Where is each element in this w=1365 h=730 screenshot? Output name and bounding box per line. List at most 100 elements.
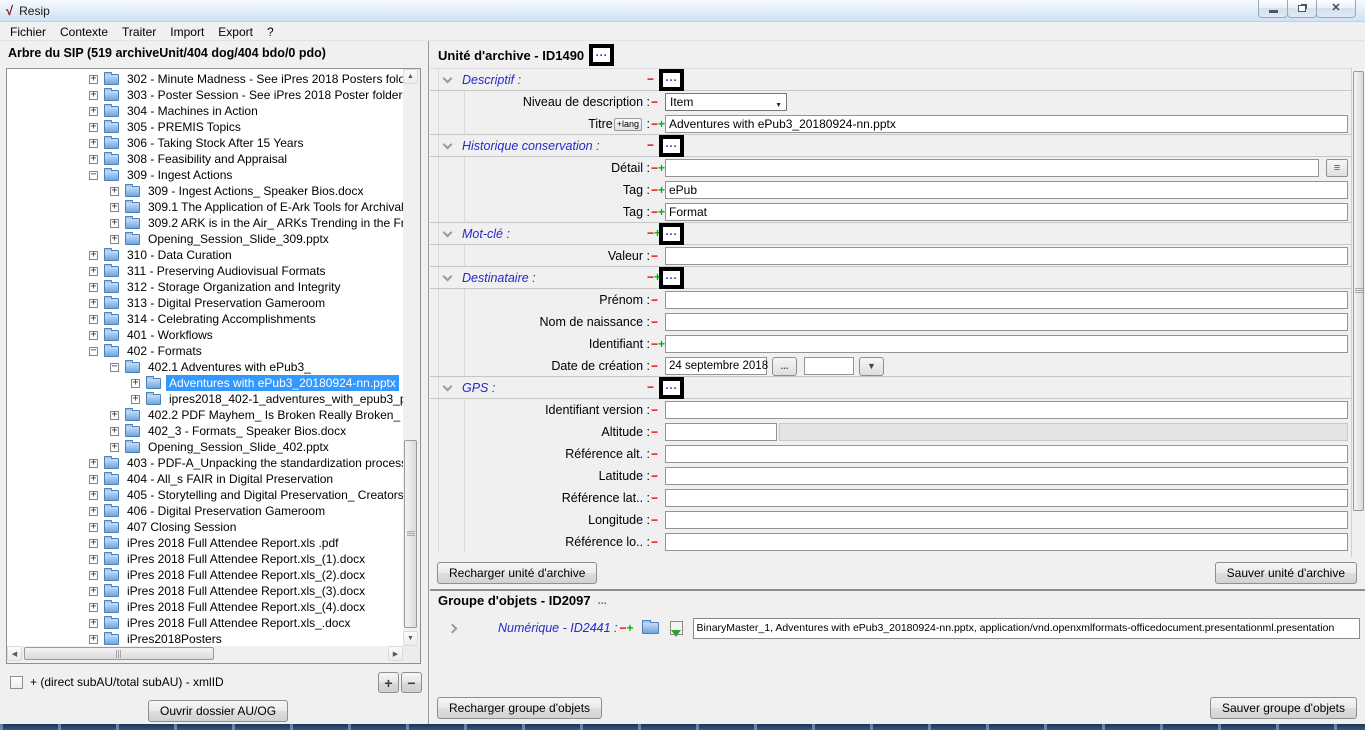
- menu-contexte[interactable]: Contexte: [53, 23, 115, 41]
- text-input[interactable]: [665, 423, 777, 441]
- chevron-down-icon[interactable]: [443, 73, 453, 83]
- expand-icon[interactable]: +: [131, 395, 140, 404]
- expand-icon[interactable]: +: [110, 411, 119, 420]
- tree-item[interactable]: +308 - Feasibility and Appraisal: [8, 151, 403, 167]
- expand-icon[interactable]: +: [89, 155, 98, 164]
- add-icon[interactable]: +: [658, 184, 665, 196]
- expand-icon[interactable]: +: [89, 635, 98, 644]
- text-input[interactable]: [665, 291, 1348, 309]
- text-input[interactable]: [665, 159, 1319, 177]
- tree-vertical-scrollbar[interactable]: ▲ ▼: [403, 69, 420, 646]
- tree-item[interactable]: +ipres2018_402-1_adventures_with_epub3_p…: [8, 391, 403, 407]
- text-input[interactable]: [665, 401, 1348, 419]
- tree-item[interactable]: +iPres 2018 Full Attendee Report.xls .pd…: [8, 535, 403, 551]
- scroll-right-icon[interactable]: ▶: [388, 646, 403, 661]
- menu-export[interactable]: Export: [211, 23, 260, 41]
- tree-item[interactable]: +Adventures with ePub3_20180924-nn.pptx: [8, 375, 403, 391]
- open-au-og-folder-button[interactable]: Ouvrir dossier AU/OG: [148, 700, 288, 722]
- tree-item[interactable]: +401 - Workflows: [8, 327, 403, 343]
- xmlid-checkbox[interactable]: [10, 676, 23, 689]
- scroll-up-icon[interactable]: ▲: [403, 69, 418, 84]
- remove-icon[interactable]: −: [647, 381, 654, 393]
- date-input[interactable]: 24 septembre 2018: [665, 357, 767, 375]
- tree-item[interactable]: +iPres 2018 Full Attendee Report.xls_(2)…: [8, 567, 403, 583]
- collapse-icon[interactable]: −: [89, 347, 98, 356]
- tree-item[interactable]: +403 - PDF-A_Unpacking the standardizati…: [8, 455, 403, 471]
- text-input[interactable]: [665, 313, 1348, 331]
- text-input[interactable]: [665, 511, 1348, 529]
- remove-icon[interactable]: −: [651, 118, 658, 130]
- tree-item[interactable]: +309.2 ARK is in the Air_ ARKs Trending …: [8, 215, 403, 231]
- expand-icon[interactable]: +: [89, 539, 98, 548]
- remove-icon[interactable]: −: [651, 360, 658, 372]
- remove-icon[interactable]: −: [651, 206, 658, 218]
- text-input[interactable]: [665, 467, 1348, 485]
- expand-icon[interactable]: +: [110, 219, 119, 228]
- remove-icon[interactable]: −: [651, 448, 658, 460]
- tree-item[interactable]: +311 - Preserving Audiovisual Formats: [8, 263, 403, 279]
- remove-icon[interactable]: −: [620, 622, 627, 634]
- tree-item[interactable]: −402.1 Adventures with ePub3_: [8, 359, 403, 375]
- tree-item[interactable]: +404 - All_s FAIR in Digital Preservatio…: [8, 471, 403, 487]
- remove-icon[interactable]: −: [651, 514, 658, 526]
- restore-button[interactable]: [1287, 0, 1317, 18]
- expand-icon[interactable]: +: [89, 619, 98, 628]
- tree-item[interactable]: +402.2 PDF Mayhem_ Is Broken Really Brok…: [8, 407, 403, 423]
- form-scroll-thumb[interactable]: [1353, 71, 1364, 511]
- remove-icon[interactable]: −: [647, 139, 654, 151]
- tree-item[interactable]: +406 - Digital Preservation Gameroom: [8, 503, 403, 519]
- text-input[interactable]: [665, 335, 1348, 353]
- remove-icon[interactable]: −: [651, 536, 658, 548]
- chevron-down-icon[interactable]: [443, 381, 453, 391]
- collapse-icon[interactable]: −: [89, 171, 98, 180]
- expand-icon[interactable]: +: [89, 587, 98, 596]
- expand-icon[interactable]: +: [89, 507, 98, 516]
- collapse-all-button[interactable]: −: [401, 672, 422, 693]
- text-input[interactable]: Format: [665, 203, 1348, 221]
- expand-icon[interactable]: +: [110, 427, 119, 436]
- scroll-down-icon[interactable]: ▼: [403, 631, 418, 646]
- remove-icon[interactable]: −: [651, 250, 658, 262]
- remove-icon[interactable]: −: [647, 271, 654, 283]
- chevron-right-icon[interactable]: [448, 623, 458, 633]
- minimize-button[interactable]: [1258, 0, 1288, 18]
- tree-item[interactable]: +407 Closing Session: [8, 519, 403, 535]
- vertical-scroll-thumb[interactable]: [404, 440, 417, 628]
- tree-item[interactable]: +Opening_Session_Slide_402.pptx: [8, 439, 403, 455]
- remove-icon[interactable]: −: [651, 338, 658, 350]
- expand-all-button[interactable]: +: [378, 672, 399, 693]
- expand-icon[interactable]: +: [89, 75, 98, 84]
- remove-icon[interactable]: −: [651, 470, 658, 482]
- open-folder-icon[interactable]: [642, 622, 659, 634]
- title-bar[interactable]: √ Resip ✕: [0, 0, 1365, 22]
- close-button[interactable]: ✕: [1316, 0, 1356, 18]
- section-more-button-highlight[interactable]: ...: [659, 135, 684, 157]
- expand-icon[interactable]: +: [89, 283, 98, 292]
- menu-import[interactable]: Import: [163, 23, 211, 41]
- text-input[interactable]: [665, 247, 1348, 265]
- tree-item[interactable]: +313 - Digital Preservation Gameroom: [8, 295, 403, 311]
- remove-icon[interactable]: −: [651, 404, 658, 416]
- tree-item[interactable]: +306 - Taking Stock After 15 Years: [8, 135, 403, 151]
- tree-item[interactable]: +312 - Storage Organization and Integrit…: [8, 279, 403, 295]
- unit-more-button-highlight[interactable]: ...: [589, 44, 614, 66]
- remove-icon[interactable]: −: [651, 316, 658, 328]
- menu-help[interactable]: ?: [260, 23, 281, 41]
- expand-icon[interactable]: +: [89, 267, 98, 276]
- save-unit-button[interactable]: Sauver unité d'archive: [1215, 562, 1357, 584]
- tree-item[interactable]: +303 - Poster Session - See iPres 2018 P…: [8, 87, 403, 103]
- remove-icon[interactable]: −: [651, 426, 658, 438]
- date-picker-button[interactable]: ...: [772, 357, 797, 376]
- section-more-button-highlight[interactable]: ...: [659, 69, 684, 91]
- expand-icon[interactable]: +: [110, 203, 119, 212]
- group-more-button[interactable]: ...: [598, 595, 607, 607]
- description-level-select[interactable]: Item▼: [665, 93, 787, 111]
- tree-item[interactable]: +iPres 2018 Full Attendee Report.xls_(3)…: [8, 583, 403, 599]
- tree-item[interactable]: +405 - Storytelling and Digital Preserva…: [8, 487, 403, 503]
- remove-icon[interactable]: −: [651, 294, 658, 306]
- section-more-button-highlight[interactable]: ...: [659, 377, 684, 399]
- expand-icon[interactable]: +: [89, 299, 98, 308]
- reload-group-button[interactable]: Recharger groupe d'objets: [437, 697, 602, 719]
- tree-item[interactable]: +305 - PREMIS Topics: [8, 119, 403, 135]
- menu-fichier[interactable]: Fichier: [3, 23, 53, 41]
